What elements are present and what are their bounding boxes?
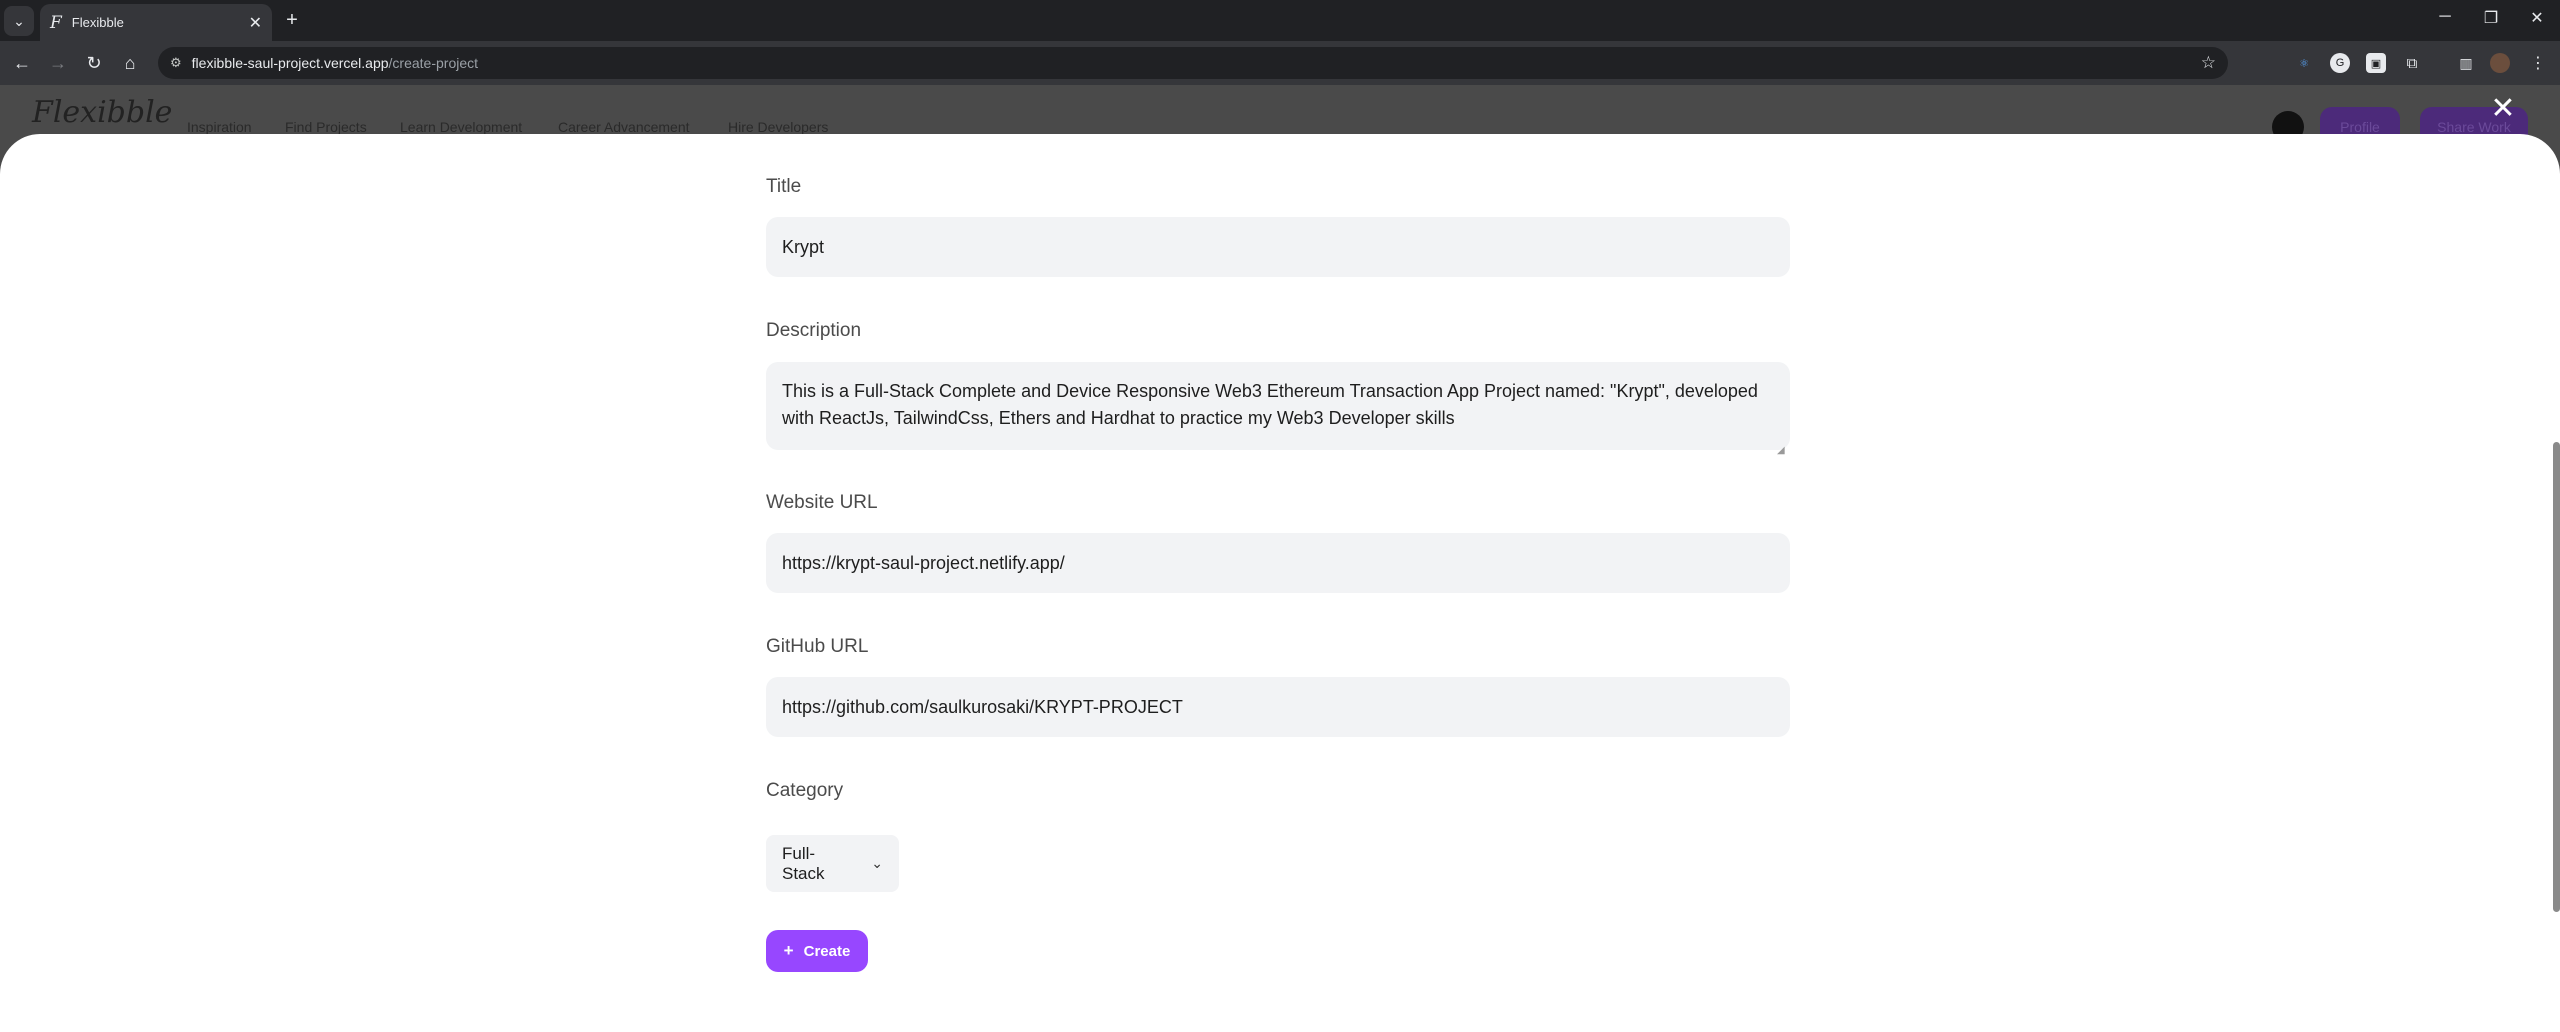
site-logo[interactable]: Flexibble xyxy=(32,95,172,130)
website-url-input[interactable]: https://krypt-saul-project.netlify.app/ xyxy=(766,533,1790,593)
title-label: Title xyxy=(766,176,802,197)
react-devtools-icon[interactable]: ⚛ xyxy=(2294,53,2314,73)
reload-icon[interactable]: ↻ xyxy=(82,51,106,75)
create-button[interactable]: + Create xyxy=(766,930,868,972)
resize-grip-icon[interactable]: ◢ xyxy=(1777,437,1787,456)
restore-icon[interactable]: ❐ xyxy=(2479,8,2503,28)
page-scrollbar[interactable] xyxy=(2553,442,2560,912)
create-label: Create xyxy=(803,942,851,960)
new-tab-icon[interactable]: + xyxy=(280,8,304,32)
tab-close-icon[interactable]: ✕ xyxy=(249,13,262,33)
back-icon[interactable]: ← xyxy=(10,51,34,75)
create-project-modal: Title Krypt Description This is a Full-S… xyxy=(0,134,2560,1032)
home-icon[interactable]: ⌂ xyxy=(118,51,142,75)
nav-hire-developers[interactable]: Hire Developers xyxy=(728,119,828,135)
category-select[interactable]: Full-Stack ⌄ xyxy=(766,835,899,892)
forward-icon[interactable]: → xyxy=(46,51,70,75)
window-close-icon[interactable]: ✕ xyxy=(2525,8,2549,28)
browser-tabstrip: ⌄ F Flexibble ✕ + ─ ❐ ✕ xyxy=(0,0,2560,41)
flexibble-favicon-icon: F xyxy=(50,12,62,33)
url-host: flexibble-saul-project.vercel.app xyxy=(191,55,389,71)
tab-title: Flexibble xyxy=(71,15,124,30)
address-bar[interactable]: ⚙ flexibble-saul-project.vercel.app/crea… xyxy=(158,47,2228,79)
nav-career-advancement[interactable]: Career Advancement xyxy=(558,119,690,135)
nav-find-projects[interactable]: Find Projects xyxy=(285,119,367,135)
github-url-label: GitHub URL xyxy=(766,636,869,657)
category-label: Category xyxy=(766,780,844,801)
extension-icon[interactable]: ▣ xyxy=(2366,53,2386,73)
nav-inspiration[interactable]: Inspiration xyxy=(187,119,252,135)
browser-tab[interactable]: F Flexibble ✕ xyxy=(40,4,272,41)
description-text: This is a Full-Stack Complete and Device… xyxy=(782,381,1758,428)
browser-toolbar: ← → ↻ ⌂ ⚙ flexibble-saul-project.vercel.… xyxy=(0,41,2560,85)
website-url-label: Website URL xyxy=(766,492,878,513)
category-value: Full-Stack xyxy=(782,843,825,883)
title-input[interactable]: Krypt xyxy=(766,217,1790,277)
site-navbar: Flexibble Inspiration Find Projects Lear… xyxy=(0,85,2560,147)
tab-search-icon[interactable]: ⌄ xyxy=(4,6,34,36)
extensions-puzzle-icon[interactable]: ⧉ xyxy=(2402,53,2422,73)
minimize-icon[interactable]: ─ xyxy=(2433,8,2457,26)
description-textarea[interactable]: This is a Full-Stack Complete and Device… xyxy=(766,362,1790,456)
grammarly-icon[interactable]: G xyxy=(2330,53,2350,73)
chrome-menu-icon[interactable]: ⋮ xyxy=(2528,53,2548,73)
url-path: /create-project xyxy=(388,55,479,71)
site-info-icon[interactable]: ⚙ xyxy=(170,55,182,71)
plus-icon: + xyxy=(783,941,794,960)
bookmark-star-icon[interactable]: ☆ xyxy=(2201,53,2216,73)
modal-close-icon[interactable]: ✕ xyxy=(2490,94,2516,124)
github-url-input[interactable]: https://github.com/saulkurosaki/KRYPT-PR… xyxy=(766,677,1790,737)
nav-learn-development[interactable]: Learn Development xyxy=(400,119,522,135)
side-panel-icon[interactable]: ▥ xyxy=(2456,53,2476,73)
profile-avatar-icon[interactable] xyxy=(2490,53,2510,73)
chevron-down-icon: ⌄ xyxy=(871,855,883,871)
description-label: Description xyxy=(766,320,862,341)
